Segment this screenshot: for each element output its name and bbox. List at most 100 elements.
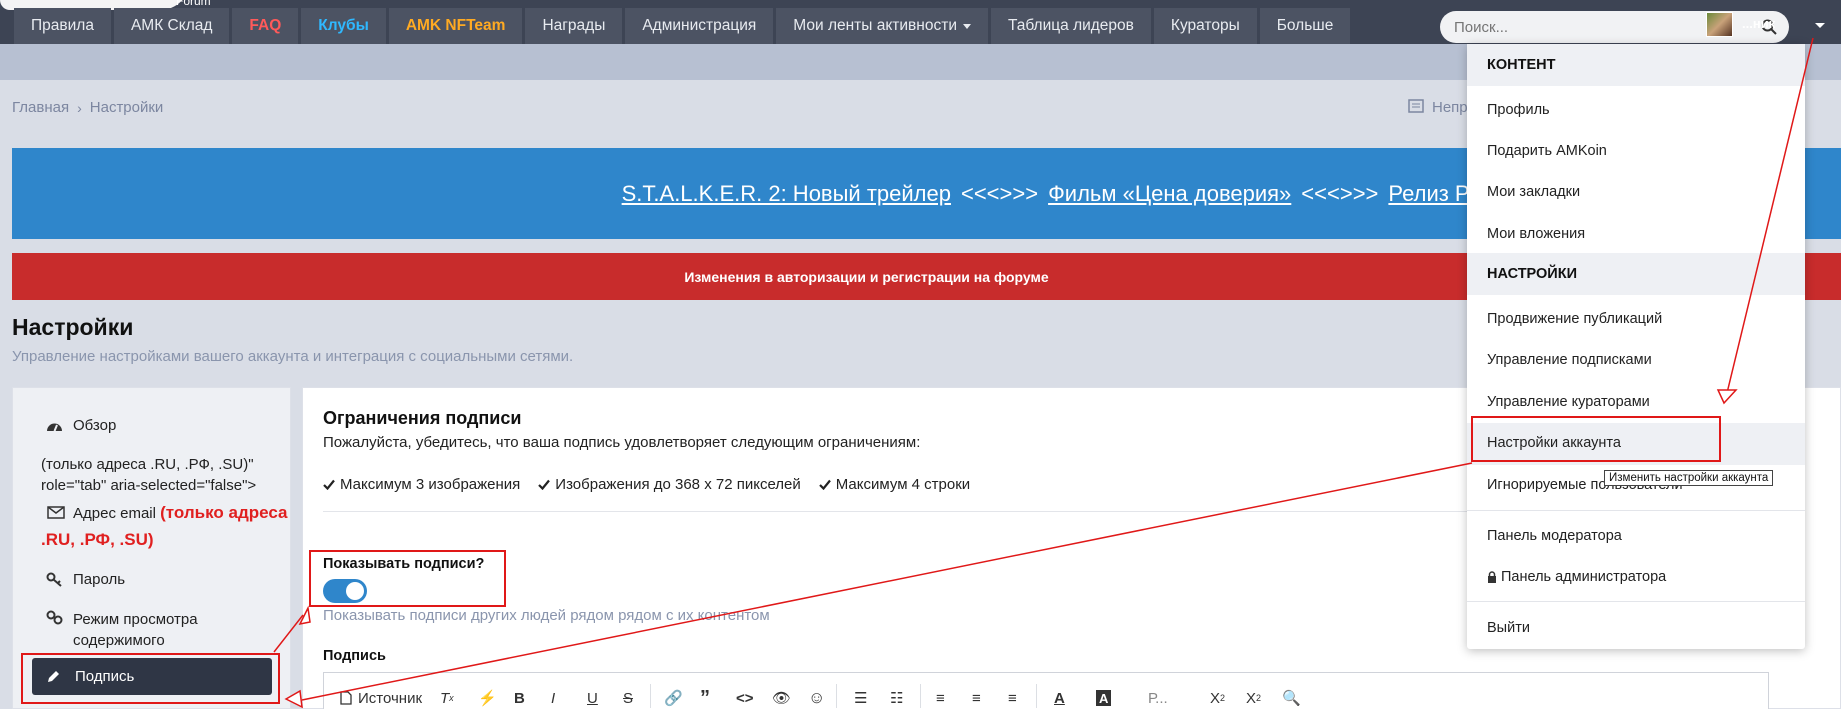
clear-formatting-icon[interactable]: Tx bbox=[440, 688, 454, 708]
italic-icon[interactable]: I bbox=[551, 688, 555, 708]
font-size-label: Р... bbox=[1148, 689, 1168, 707]
lightning-icon[interactable]: ⚡ bbox=[478, 688, 497, 708]
align-right-icon[interactable]: ≡ bbox=[1008, 688, 1017, 708]
banner-separator: <<<>>> bbox=[1301, 180, 1379, 206]
preview-icon[interactable]: 🔍 bbox=[1282, 688, 1301, 708]
menu-item-bookmarks[interactable]: Мои закладки bbox=[1487, 184, 1580, 200]
toolbar-divider bbox=[1036, 684, 1037, 708]
menu-item-subscriptions[interactable]: Управление подписками bbox=[1487, 352, 1652, 368]
link-icon[interactable]: 🔗 bbox=[664, 688, 683, 708]
nav-item-leaderboard[interactable]: Таблица лидеров bbox=[990, 8, 1151, 44]
breadcrumb-home[interactable]: Главная bbox=[12, 99, 69, 116]
banner-link-stalker[interactable]: S.T.A.L.K.E.R. 2: Новый трейлер bbox=[622, 181, 951, 207]
signature-restrictions-title: Ограничения подписи bbox=[323, 408, 522, 428]
font-size-dropdown[interactable]: Р... bbox=[1148, 688, 1168, 708]
sidebar-item-label: Обзор bbox=[73, 417, 117, 434]
annotation-box-signature-tab bbox=[21, 653, 280, 704]
emoji-icon[interactable]: ☺ bbox=[808, 688, 825, 708]
user-avatar[interactable] bbox=[1706, 12, 1733, 37]
breadcrumb-current[interactable]: Настройки bbox=[90, 99, 164, 116]
restriction-text: Максимум 3 изображения bbox=[340, 476, 521, 493]
nav-items: Правила АМК Склад FAQ Клубы AMK NFTeam Н… bbox=[14, 8, 1351, 44]
sidebar-item-view-mode[interactable]: Режим просмотра содержимого bbox=[46, 609, 246, 651]
checkmark-icon bbox=[323, 479, 335, 490]
menu-section-content: КОНТЕНТ bbox=[1467, 44, 1805, 86]
menu-section-settings: НАСТРОЙКИ bbox=[1467, 253, 1805, 295]
bullet-list-icon[interactable]: ☰ bbox=[854, 688, 867, 708]
underline-icon[interactable]: U bbox=[587, 688, 598, 708]
nav-item-faq[interactable]: FAQ bbox=[232, 8, 299, 44]
nav-item-activity-feeds-label: Мои ленты активности bbox=[793, 17, 957, 34]
user-menu-chevron-icon[interactable] bbox=[1815, 23, 1825, 28]
menu-item-admin-panel[interactable]: Панель администратора bbox=[1487, 569, 1666, 585]
sidebar-item-overview[interactable]: Обзор bbox=[46, 417, 116, 434]
quote-icon[interactable]: ” bbox=[700, 687, 710, 709]
nav-item-administration[interactable]: Администрация bbox=[625, 8, 774, 44]
tooltip: Изменить настройки аккаунта bbox=[1604, 470, 1774, 486]
key-icon bbox=[46, 572, 62, 587]
checkmark-icon bbox=[818, 479, 831, 490]
menu-item-logout[interactable]: Выйти bbox=[1487, 620, 1530, 636]
bold-icon[interactable]: B bbox=[514, 688, 525, 708]
menu-item-moderator-panel[interactable]: Панель модератора bbox=[1487, 528, 1622, 544]
code-icon[interactable]: <> bbox=[736, 688, 754, 708]
source-button[interactable]: Источник bbox=[340, 688, 422, 708]
nav-item-clubs[interactable]: Клубы bbox=[301, 8, 386, 44]
alert-text: Изменения в авторизации и регистрации на… bbox=[684, 268, 1049, 285]
strikethrough-icon[interactable]: S bbox=[623, 688, 633, 708]
envelope-icon bbox=[47, 506, 65, 519]
menu-divider bbox=[1467, 510, 1805, 511]
text-color-icon[interactable]: A bbox=[1054, 688, 1065, 708]
nav-item-rules[interactable]: Правила bbox=[14, 8, 111, 44]
restriction-list: Максимум 3 изображения Изображения до 36… bbox=[323, 476, 970, 493]
numbered-list-icon[interactable]: ☷ bbox=[890, 688, 903, 708]
page-subtitle: Управление настройками вашего аккаунта и… bbox=[12, 348, 574, 365]
signature-editor[interactable] bbox=[323, 672, 1769, 709]
newspaper-icon bbox=[1408, 99, 1424, 113]
spoiler-eye-icon[interactable]: 👁 bbox=[772, 688, 791, 708]
account-dropdown-menu: КОНТЕНТ Профиль Подарить AMKoin Мои закл… bbox=[1467, 44, 1805, 649]
menu-item-gift-amkoin[interactable]: Подарить AMKoin bbox=[1487, 143, 1607, 159]
link-icon bbox=[46, 610, 63, 625]
nav-item-curators[interactable]: Кураторы bbox=[1153, 8, 1257, 44]
menu-divider bbox=[1467, 601, 1805, 602]
menu-item-promotion[interactable]: Продвижение публикаций bbox=[1487, 311, 1662, 327]
nav-item-more[interactable]: Больше bbox=[1259, 8, 1351, 44]
subscript-icon[interactable]: X2 bbox=[1210, 688, 1225, 708]
sidebar-item-label: Адрес email bbox=[73, 505, 156, 522]
source-button-label: Источник bbox=[358, 689, 423, 707]
breadcrumb: Главная › Настройки bbox=[12, 99, 163, 116]
sidebar-raw-markup: (только адреса .RU, .РФ, .SU)" role="tab… bbox=[41, 456, 257, 494]
sidebar-item-label: Режим просмотра содержимого bbox=[73, 611, 198, 649]
show-signatures-hint: Показывать подписи других людей рядом ря… bbox=[323, 607, 770, 624]
page-title: Настройки bbox=[12, 314, 134, 340]
align-left-icon[interactable]: ≡ bbox=[936, 688, 945, 708]
menu-item-label: Панель администратора bbox=[1501, 569, 1667, 585]
restriction-text: Максимум 4 строки bbox=[835, 476, 971, 493]
nav-item-warehouse[interactable]: АМК Склад bbox=[113, 8, 230, 44]
restriction-item: Изображения до 368 x 72 пикселей bbox=[538, 476, 801, 493]
sidebar-item-label: Пароль bbox=[73, 571, 126, 588]
site-logo-text: Forum bbox=[176, 0, 211, 8]
menu-item-curators[interactable]: Управление кураторами bbox=[1487, 394, 1650, 410]
signature-editor-label: Подпись bbox=[323, 648, 386, 664]
menu-item-profile[interactable]: Профиль bbox=[1487, 102, 1550, 118]
superscript-icon[interactable]: X2 bbox=[1246, 688, 1261, 708]
chevron-right-icon: › bbox=[77, 99, 82, 116]
align-center-icon[interactable]: ≡ bbox=[972, 688, 981, 708]
sidebar-item-password[interactable]: Пароль bbox=[46, 571, 125, 588]
restriction-item: Максимум 4 строки bbox=[818, 476, 971, 493]
dashboard-icon bbox=[47, 423, 62, 432]
nav-item-nfteam[interactable]: AMK NFTeam bbox=[388, 8, 523, 44]
banner-link-film[interactable]: Фильм «Цена доверия» bbox=[1048, 181, 1291, 207]
checkmark-icon bbox=[538, 479, 551, 490]
nav-item-awards[interactable]: Награды bbox=[525, 8, 623, 44]
background-color-icon[interactable]: A bbox=[1096, 690, 1112, 706]
restriction-item: Максимум 3 изображения bbox=[323, 476, 520, 493]
user-menu-label[interactable]: ...ник bbox=[1742, 16, 1775, 31]
sidebar-item-email[interactable]: Адрес email (только адреса .RU, .РФ, .SU… bbox=[41, 500, 291, 554]
menu-item-attachments[interactable]: Мои вложения bbox=[1487, 226, 1585, 242]
toolbar-divider bbox=[836, 684, 837, 708]
annotation-box-show-signatures bbox=[309, 550, 506, 607]
nav-item-activity-feeds[interactable]: Мои ленты активности bbox=[776, 8, 988, 44]
